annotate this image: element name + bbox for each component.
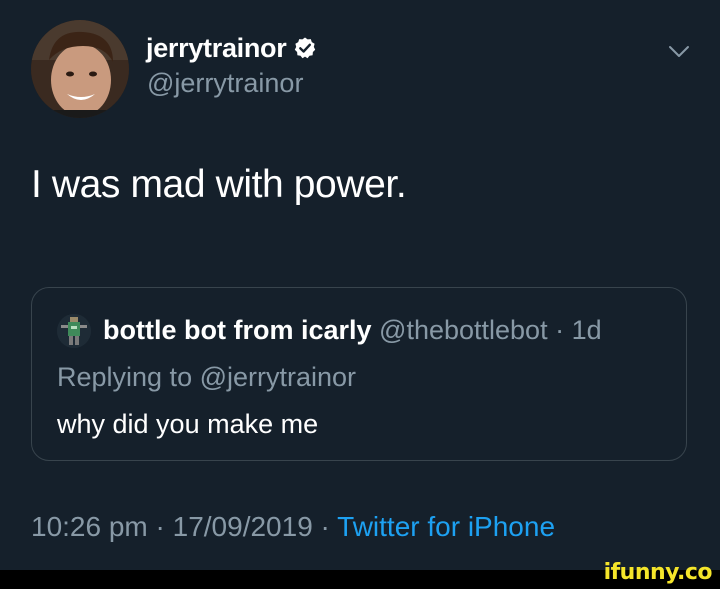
avatar-photo bbox=[31, 20, 129, 118]
quoted-text: why did you make me bbox=[57, 409, 319, 439]
ifunny-watermark: ifunny.co bbox=[603, 560, 713, 585]
quoted-display-name[interactable]: bottle bot from icarly bbox=[103, 315, 372, 345]
author-display-name[interactable]: jerrytrainor bbox=[146, 33, 287, 64]
quoted-handle-time: @thebottlebot · 1d bbox=[379, 315, 602, 345]
avatar[interactable] bbox=[31, 20, 129, 118]
quoted-replying-to: Replying to @jerrytrainor bbox=[57, 362, 357, 392]
chevron-down-icon[interactable] bbox=[668, 40, 690, 62]
bottle-bot-avatar-image bbox=[57, 314, 91, 348]
quoted-tweet[interactable]: bottle bot from icarly @thebottlebot · 1… bbox=[31, 287, 687, 461]
author-handle[interactable]: @jerrytrainor bbox=[147, 68, 303, 99]
quoted-header: bottle bot from icarly @thebottlebot · 1… bbox=[103, 315, 602, 346]
tweet-footer: 10:26 pm · 17/09/2019 · Twitter for iPho… bbox=[31, 511, 555, 543]
author-row[interactable]: jerrytrainor bbox=[146, 30, 317, 66]
tweet-timestamp[interactable]: 10:26 pm · 17/09/2019 · bbox=[31, 511, 337, 542]
verified-badge-icon bbox=[295, 37, 316, 59]
tweet-card: jerrytrainor @jerrytrainor I was mad wit… bbox=[0, 0, 720, 570]
tweet-source-link[interactable]: Twitter for iPhone bbox=[337, 511, 555, 542]
quoted-avatar[interactable] bbox=[57, 314, 91, 348]
tweet-text: I was mad with power. bbox=[31, 163, 407, 206]
